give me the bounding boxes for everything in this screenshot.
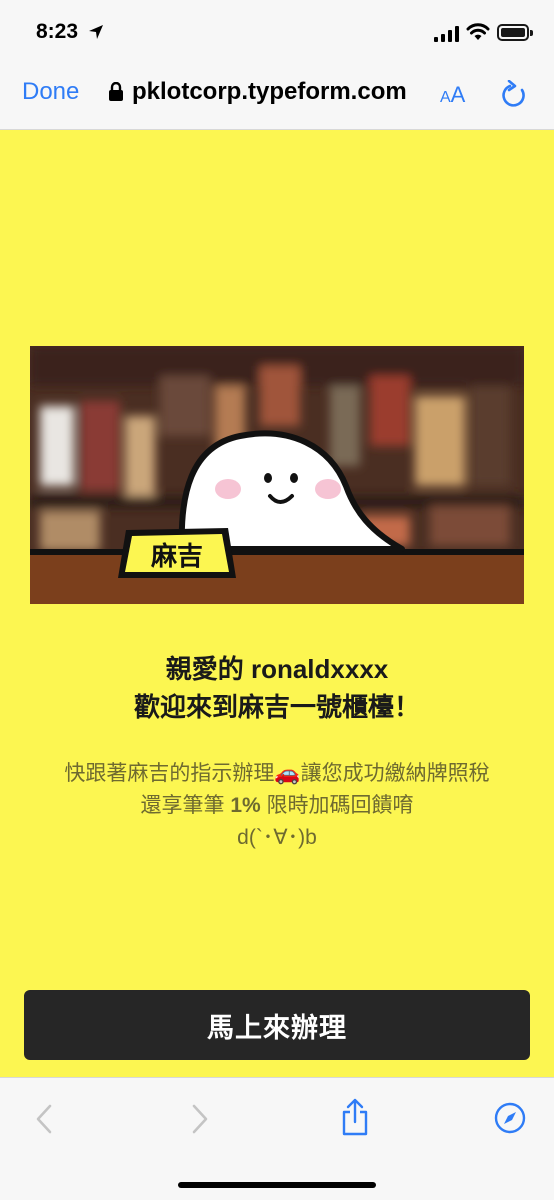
aa-small-label: A	[440, 89, 451, 106]
description-text: 快跟著麻吉的指示辦理🚗讓您成功繳納牌照稅 還享筆筆 1% 限時加碼回饋唷 d(`…	[0, 758, 554, 854]
mascot-banner-image: 麻吉	[30, 346, 524, 604]
compass-icon[interactable]	[494, 1102, 526, 1134]
status-time: 8:23	[36, 20, 79, 43]
battery-icon	[497, 24, 533, 41]
greeting-line-2: 歡迎來到麻吉一號櫃檯！	[133, 692, 420, 722]
location-arrow-icon	[89, 25, 103, 39]
cashback-percent: 1%	[230, 794, 261, 817]
done-button[interactable]: Done	[22, 78, 79, 106]
wifi-icon	[466, 23, 490, 40]
description-line-1-part2: 讓您成功繳納牌照稅	[300, 762, 490, 785]
greeting-line-1: 親愛的 ronaldxxxx	[165, 654, 389, 684]
lock-icon	[109, 82, 123, 101]
description-line-3: d(`･∀･)b	[237, 826, 317, 849]
forward-icon[interactable]	[190, 1104, 210, 1134]
back-icon[interactable]	[34, 1104, 54, 1134]
url-text: pklotcorp.typeform.com	[132, 78, 407, 105]
url-field[interactable]: pklotcorp.typeform.com	[108, 78, 407, 106]
start-button[interactable]: 馬上來辦理	[24, 990, 530, 1060]
description-line-2-part2: 限時加碼回饋唷	[260, 794, 414, 817]
share-icon[interactable]	[340, 1098, 370, 1136]
text-size-button[interactable]: AA	[440, 82, 465, 108]
aa-big-label: A	[450, 82, 466, 107]
greeting-heading: 親愛的 ronaldxxxx 歡迎來到麻吉一號櫃檯！	[0, 650, 554, 726]
description-line-1: 快跟著麻吉的指示辦理🚗讓您成功繳納牌照稅	[0, 758, 554, 790]
home-indicator	[178, 1182, 376, 1188]
typeform-welcome-screen: 麻吉 親愛的 ronaldxxxx 歡迎來到麻吉一號櫃檯！ 快跟著麻吉的指示辦理…	[0, 130, 554, 1077]
car-emoji-icon: 🚗	[274, 762, 301, 785]
description-line-2-part1: 還享筆筆	[140, 794, 231, 817]
description-line-2: 還享筆筆 1% 限時加碼回饋唷	[0, 790, 554, 822]
browser-nav-bar: Done pklotcorp.typeform.com AA	[0, 64, 554, 130]
nameplate-text: 麻吉	[150, 542, 203, 572]
reload-icon[interactable]	[500, 80, 528, 110]
cellular-signal-icon	[434, 26, 459, 42]
description-line-1-part1: 快跟著麻吉的指示辦理	[64, 762, 275, 785]
status-bar: 8:23	[0, 0, 554, 64]
browser-toolbar	[0, 1077, 554, 1200]
